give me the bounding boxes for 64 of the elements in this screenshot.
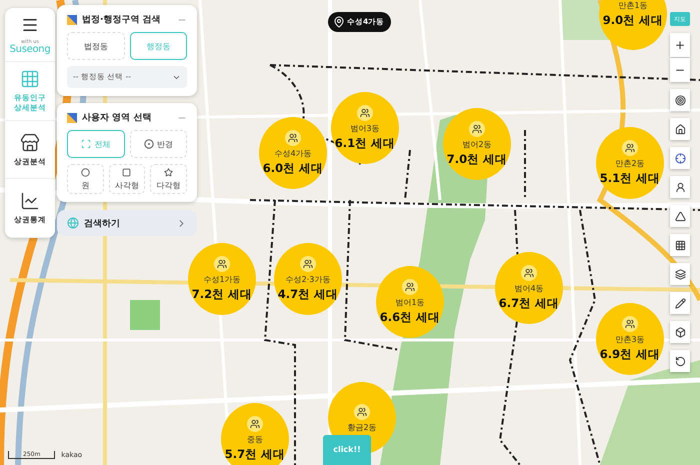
household-count: 5.1천 세대 [600,171,660,186]
mode-button[interactable]: 반경 [130,130,187,158]
household-count: 6.1천 세대 [334,136,396,151]
pencil-tool-button[interactable] [670,292,690,314]
household-count: 7.2천 세대 [192,287,252,302]
layers-tool-button[interactable] [670,263,690,285]
household-count: 5.7천 세대 [224,447,286,462]
grid-icon [674,240,686,250]
menu-icon[interactable] [21,16,39,34]
household-count: 7.0천 세대 [446,152,508,167]
shape-button[interactable]: 다각형 [150,164,187,194]
radius-icon [144,139,154,149]
search-button[interactable]: 검색하기 [57,210,197,236]
district-name: 만촌2동 [615,158,645,169]
store-icon [20,132,40,153]
triangle-icon [674,210,686,222]
household-count: 4.7천 세대 [278,287,338,302]
square-icon [122,168,132,176]
household-count: 6.9천 세대 [600,347,660,362]
district-name: 만촌3동 [615,334,645,345]
panel-title: 법정·행정구역 검색 [82,14,162,26]
district-name: 중동 [247,434,263,445]
district-name: 범어3동 [350,123,380,134]
household-count: 9.0천 세대 [602,13,664,28]
household-count: 6.7천 세대 [498,296,560,311]
layers-icon [674,268,686,280]
person-icon [674,182,686,192]
crosshair-icon [674,152,686,164]
district-name: 범어1동 [395,297,425,308]
home-tool-button[interactable] [670,118,690,140]
person-tool-button[interactable] [670,176,690,198]
zoom-out-button[interactable]: − [670,58,690,82]
chart-icon [20,191,40,212]
zoom-in-button[interactable]: + [670,33,690,57]
shape-button[interactable]: 사각형 [108,164,146,194]
household-count: 6.6천 세대 [380,310,440,325]
cube-tool-button[interactable] [670,321,690,343]
district-name: 황금2동 [347,422,377,432]
triangle-tool-button[interactable] [670,205,690,227]
globe-icon [67,217,79,229]
panel-icon [67,112,77,122]
pencil-icon [674,298,686,308]
target-tool-button[interactable] [670,89,690,111]
map-pin-icon [333,16,345,28]
district-name: 수성4가동 [274,148,312,159]
panel-title: 사용자 영역 선택 [82,112,152,124]
target-icon [674,94,686,106]
cube-icon [674,326,686,338]
reset-tool-button[interactable] [670,350,690,372]
household-count: 6.0천 세대 [262,161,324,176]
district-name: 만촌1동 [618,0,648,11]
district-name: 범어2동 [462,139,492,150]
shape-button[interactable]: 원 [67,164,104,194]
toggle-button[interactable]: 법정동 [67,32,124,60]
grid-tool-button[interactable] [670,234,690,256]
district-name: 수성2·3가동 [286,274,330,285]
district-name: 수성1가동 [203,274,241,285]
district-name: 범어4동 [514,283,544,294]
crosshair-tool-button[interactable] [670,147,690,169]
circle-icon [80,168,90,176]
reset-icon [674,356,686,366]
home-icon [674,124,686,134]
star-icon [164,168,174,176]
panel-icon [67,14,77,24]
